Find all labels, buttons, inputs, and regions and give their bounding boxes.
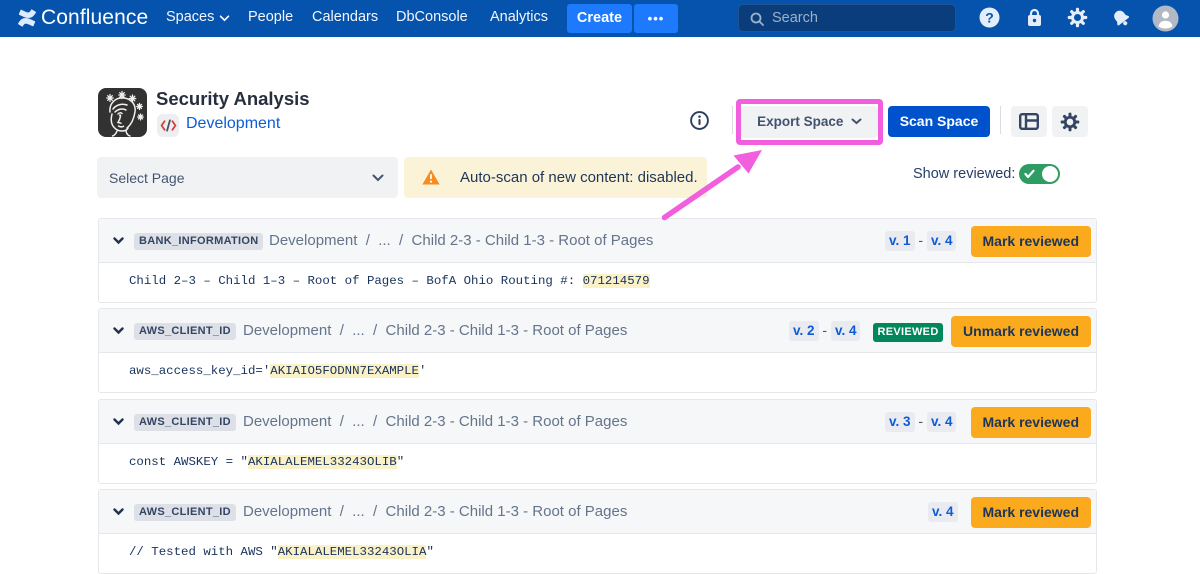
svg-text:?: ? bbox=[985, 10, 994, 26]
